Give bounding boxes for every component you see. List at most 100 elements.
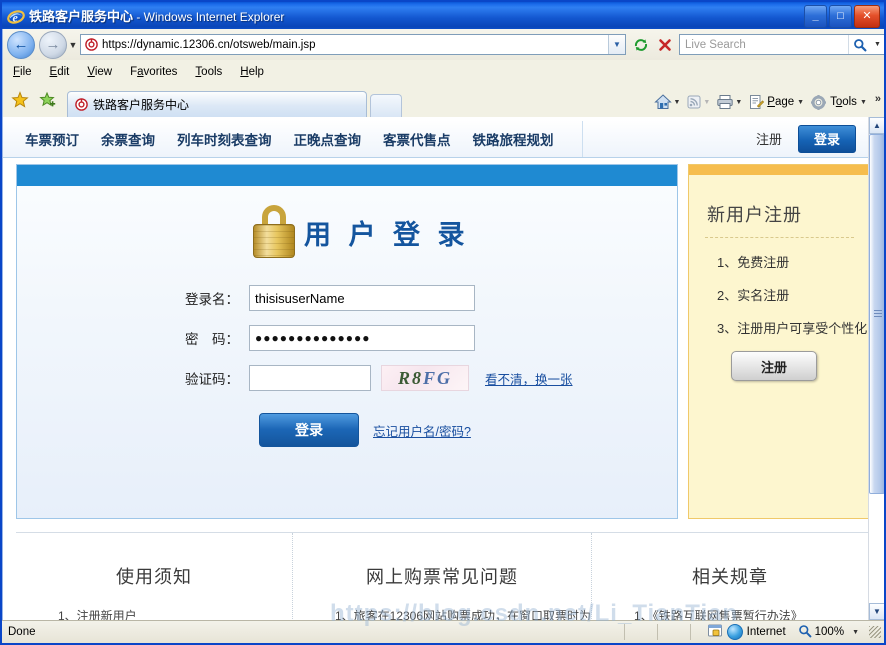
browser-tab[interactable]: 铁路客户服务中心 (67, 91, 367, 117)
search-placeholder-text: Live Search (685, 38, 746, 51)
address-input[interactable]: https://dynamic.12306.cn/otsweb/main.jsp… (80, 34, 626, 55)
resize-grip-icon[interactable] (869, 626, 881, 638)
close-button[interactable]: ✕ (854, 5, 880, 28)
search-input[interactable]: Live Search ▼ (679, 34, 885, 55)
status-text: Done (8, 626, 36, 638)
nav-item-0[interactable]: 车票预订 (25, 129, 79, 149)
sidebar-accent-bar (689, 165, 868, 175)
scroll-thumb[interactable] (869, 134, 885, 494)
login-panel: 用 户 登 录 登录名： thisisuserName 密 码： ●●●●●●●… (16, 164, 678, 519)
footer-column-1: 网上购票常见问题 1、旅客在12306网站购票成功，在窗口取票时为 (291, 533, 591, 620)
nav-login-button[interactable]: 登录 (798, 124, 856, 153)
form-row-submit: 登录 忘记用户名/密码? (17, 413, 677, 447)
nav-register-link[interactable]: 注册 (756, 129, 782, 148)
tools-menu-label: Tools (830, 96, 857, 108)
toolbar-overflow-icon[interactable]: » (875, 93, 881, 105)
username-label: 登录名： (185, 292, 239, 307)
login-heading-group: 用 户 登 录 (252, 205, 470, 259)
menu-help[interactable]: Help (240, 66, 264, 78)
sidebar-heading: 新用户注册 (707, 205, 802, 225)
footer-heading-2: 相关规章 (692, 567, 769, 587)
sidebar-item-1: 2、实名注册 (717, 288, 790, 303)
vertical-scrollbar[interactable]: ▲ ▼ (868, 117, 885, 620)
zoom-dropdown-icon[interactable]: ▼ (852, 629, 859, 636)
form-row-password: 密 码： ●●●●●●●●●●●●●● (17, 325, 677, 351)
footer-item-2-0[interactable]: 1、《铁路互联网售票暂行办法》 (592, 607, 868, 620)
address-dropdown-icon[interactable]: ▼ (608, 35, 625, 54)
login-form: 登录名： thisisuserName 密 码： ●●●●●●●●●●●●●● … (17, 285, 677, 447)
status-divider-2 (656, 624, 658, 640)
status-bar: Done Internet 100% ▼ (2, 620, 884, 643)
username-input[interactable]: thisisuserName (249, 285, 475, 311)
nav-account-area: 注册 登录 (756, 124, 868, 153)
forgot-credentials-link[interactable]: 忘记用户名/密码? (373, 421, 471, 440)
stop-button[interactable] (653, 33, 677, 56)
captcha-refresh-link[interactable]: 看不清，换一张 (485, 369, 573, 388)
password-input[interactable]: ●●●●●●●●●●●●●● (249, 325, 475, 351)
login-heading: 用 户 登 录 (304, 219, 470, 250)
scroll-up-button[interactable]: ▲ (869, 117, 885, 134)
page-viewport: 车票预订 余票查询 列车时刻表查询 正晚点查询 客票代售点 铁路旅程规划 注册 … (2, 117, 886, 620)
tab-bar: 铁路客户服务中心 ▼ ▼ ▼ Page ▼ Tools ▼ » (3, 83, 885, 117)
nav-item-5[interactable]: 铁路旅程规划 (473, 129, 554, 149)
browser-chrome: ← → ▼ https://dynamic.12306.cn/otsweb/ma… (2, 29, 886, 117)
menu-bar: File Edit View Favorites Tools Help (3, 60, 885, 83)
nav-divider (581, 120, 583, 157)
forward-button[interactable]: → (39, 30, 67, 59)
history-dropdown-icon[interactable]: ▼ (67, 40, 79, 50)
menu-favorites[interactable]: Favorites (130, 66, 177, 78)
menu-tools[interactable]: Tools (195, 66, 222, 78)
scroll-track[interactable] (869, 134, 885, 603)
feeds-button[interactable]: ▼ (686, 94, 714, 110)
window-title: 铁路客户服务中心 - Windows Internet Explorer (29, 9, 285, 24)
favorites-center-icon[interactable] (9, 89, 31, 111)
menu-view[interactable]: View (87, 66, 112, 78)
add-to-favorites-icon[interactable] (37, 89, 59, 111)
footer-item-0-0[interactable]: 1、注册新用户 (16, 607, 292, 620)
back-button[interactable]: ← (7, 30, 35, 59)
sidebar-divider (705, 237, 854, 238)
ie-window: e 铁路客户服务中心 - Windows Internet Explorer _… (0, 0, 886, 645)
footer-item-1-0[interactable]: 1、旅客在12306网站购票成功，在窗口取票时为 (293, 607, 591, 620)
footer-sections: 使用须知 1、注册新用户 网上购票常见问题 1、旅客在12306网站购票成功，在… (16, 532, 868, 620)
svg-text:e: e (13, 10, 19, 24)
footer-column-0: 使用须知 1、注册新用户 (16, 533, 292, 620)
address-bar-row: ← → ▼ https://dynamic.12306.cn/otsweb/ma… (3, 29, 885, 60)
menu-file[interactable]: File (13, 66, 32, 78)
zoom-magnifier-icon (798, 624, 812, 641)
security-zone[interactable]: Internet (707, 623, 786, 641)
nav-item-2[interactable]: 列车时刻表查询 (177, 129, 272, 149)
nav-item-4[interactable]: 客票代售点 (383, 129, 451, 149)
form-row-username: 登录名： thisisuserName (17, 285, 677, 311)
tools-menu-button[interactable]: Tools ▼ (810, 94, 871, 111)
ie-logo-icon: e (7, 7, 25, 25)
command-bar: ▼ ▼ ▼ Page ▼ Tools ▼ » (654, 93, 885, 111)
new-tab-button[interactable] (370, 94, 402, 117)
menu-edit[interactable]: Edit (50, 66, 70, 78)
nav-item-1[interactable]: 余票查询 (101, 129, 155, 149)
page-menu-button[interactable]: Page ▼ (748, 94, 808, 110)
login-submit-button[interactable]: 登录 (259, 413, 359, 447)
home-button[interactable]: ▼ (654, 93, 684, 111)
maximize-button[interactable]: □ (829, 5, 852, 28)
refresh-button[interactable] (629, 33, 653, 56)
footer-heading-0: 使用须知 (115, 567, 192, 587)
security-lock-icon (707, 623, 723, 641)
minimize-button[interactable]: _ (804, 5, 827, 28)
captcha-image[interactable]: R8 FG (381, 365, 469, 391)
status-right: Internet 100% ▼ (608, 623, 884, 641)
search-icon[interactable] (848, 35, 871, 54)
zoom-control[interactable]: 100% ▼ (798, 624, 884, 641)
tab-favicon-icon (75, 98, 88, 111)
sidebar-register-button[interactable]: 注册 (731, 351, 817, 381)
password-label: 密 码： (185, 332, 239, 347)
captcha-input[interactable] (249, 365, 371, 391)
search-dropdown-icon[interactable]: ▼ (871, 35, 884, 54)
scroll-thumb-grip-icon (874, 310, 882, 318)
scroll-down-button[interactable]: ▼ (869, 603, 885, 620)
nav-item-3[interactable]: 正晚点查询 (294, 129, 362, 149)
zoom-level-label: 100% (814, 626, 845, 638)
tab-title: 铁路客户服务中心 (93, 98, 190, 112)
print-button[interactable]: ▼ (716, 93, 746, 111)
window-controls: _ □ ✕ (804, 5, 880, 28)
